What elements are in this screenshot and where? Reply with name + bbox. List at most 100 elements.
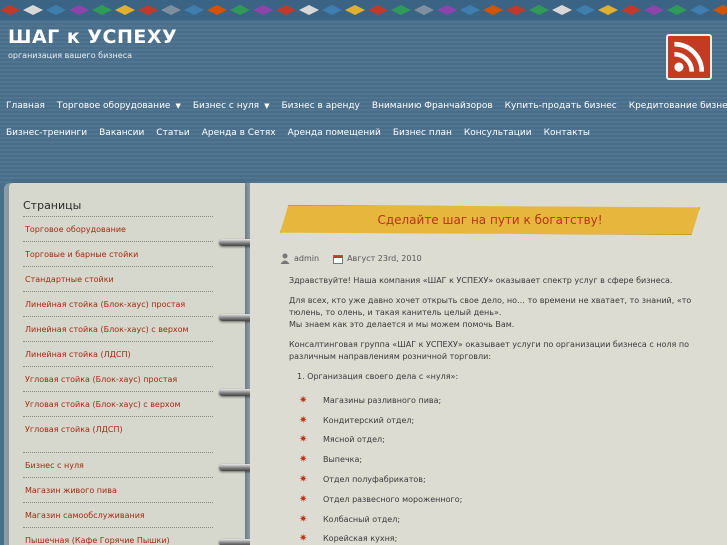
list-item-text: Мясной отдел; xyxy=(323,435,385,445)
post-body: Здравствуйте! Наша компания «ШАГ к УСПЕХ… xyxy=(289,275,709,545)
nav-item[interactable]: Бизнес план xyxy=(387,128,458,138)
user-icon xyxy=(280,253,290,264)
ornament-diamond xyxy=(276,5,296,15)
nav-item[interactable]: Статьи xyxy=(150,128,195,138)
ornament-diamond xyxy=(368,5,388,15)
nav-item-label: Торговое оборудование xyxy=(56,101,171,111)
nav-item-label: Статьи xyxy=(156,128,190,138)
ornament-diamond xyxy=(690,5,710,15)
post-paragraph: Консалтинговая группа «ШАГ к УСПЕХУ» ока… xyxy=(289,340,689,361)
nav-item-label: Вниманию Франчайзоров xyxy=(371,101,493,111)
nav-item-label: Контакты xyxy=(543,128,590,138)
ornament-diamond xyxy=(253,5,273,15)
sidebar-link[interactable]: Угловая стойка (Блок-хаус) с верхом xyxy=(23,391,213,416)
list-item: ✷ Магазины разливного пива; xyxy=(299,391,709,411)
list-item-text: Корейская кухня; xyxy=(323,534,398,544)
nav-item[interactable]: Бизнес в аренду xyxy=(275,101,365,111)
list-item-text: Отдел развесного мороженного; xyxy=(323,494,463,504)
content-area: Сделайте шаг на пути к богатству! admin … xyxy=(250,183,727,545)
sidebar-link[interactable]: Магазин живого пива xyxy=(23,477,213,502)
nav-item[interactable]: Торговое оборудование ▼ xyxy=(51,101,187,111)
nav-item-label: Кредитование бизнеса xyxy=(628,101,727,111)
post-paragraph: Здравствуйте! Наша компания «ШАГ к УСПЕХ… xyxy=(289,276,673,285)
ornament-diamond xyxy=(437,5,457,15)
post-meta: admin Август 23rd, 2010 xyxy=(280,253,422,264)
ornament-diamond xyxy=(391,5,411,15)
star-bullet-icon: ✷ xyxy=(299,513,308,525)
ornament-diamond xyxy=(69,5,89,15)
nav-item-label: Купить-продать бизнес xyxy=(504,101,617,111)
ornament-diamond xyxy=(552,5,572,15)
sidebar-link[interactable]: Угловая стойка (ЛДСП) xyxy=(23,416,213,441)
header-ornament xyxy=(0,0,727,20)
nav-item-label: Аренда в Сетях xyxy=(201,128,276,138)
nav-item[interactable]: Бизнес-тренинги xyxy=(0,128,93,138)
star-bullet-icon: ✷ xyxy=(299,394,308,406)
list-item: ✷ Выпечка; xyxy=(299,450,709,470)
post-banner[interactable]: Сделайте шаг на пути к богатству! xyxy=(280,205,700,235)
list-heading: 1. Организация своего дела с «нуля»: xyxy=(297,372,459,381)
nav-item[interactable]: Купить-продать бизнес xyxy=(499,101,623,111)
site-header: ШАГ к УСПЕХУ организация вашего бизнеса … xyxy=(0,0,727,183)
nav-item[interactable]: Аренда помещений xyxy=(282,128,387,138)
ornament-diamond xyxy=(621,5,641,15)
sidebar-heading: Страницы xyxy=(23,199,82,212)
sidebar-link[interactable]: Бизнес с нуля xyxy=(23,452,213,477)
star-bullet-icon: ✷ xyxy=(299,493,308,505)
sidebar-pages-list: Торговое оборудование Торговые и барные с… xyxy=(23,216,213,545)
ornament-diamond xyxy=(92,5,112,15)
main-area: Страницы Торговое оборудование Торговые и… xyxy=(4,183,727,545)
ornament-diamond xyxy=(138,5,158,15)
nav-item-label: Главная xyxy=(6,101,45,111)
ornament-diamond xyxy=(575,5,595,15)
ornament-diamond xyxy=(46,5,66,15)
sidebar-link[interactable]: Линейная стойка (ЛДСП) xyxy=(23,341,213,366)
nav-item[interactable]: Вниманию Франчайзоров xyxy=(366,101,499,111)
ornament-diamond xyxy=(207,5,227,15)
list-item-text: Отдел полуфабрикатов; xyxy=(323,475,426,485)
ornament-diamond xyxy=(598,5,618,15)
star-bullet-icon: ✷ xyxy=(299,533,308,545)
chevron-down-icon[interactable]: ▼ xyxy=(264,102,269,110)
nav-item[interactable]: Главная xyxy=(0,101,51,111)
nav-item[interactable]: Контакты xyxy=(538,128,596,138)
sidebar-link[interactable]: Угловая стойка (Блок-хаус) простая xyxy=(23,366,213,391)
ornament-diamond xyxy=(529,5,549,15)
post-author[interactable]: admin xyxy=(294,254,319,263)
nav-item[interactable]: Бизнес с нуля ▼ xyxy=(187,101,276,111)
list-item: ✷ Мясной отдел; xyxy=(299,431,709,451)
ornament-diamond xyxy=(0,5,20,15)
secondary-nav: Бизнес-тренинги Вакансии Статьи Аренда в Се… xyxy=(0,123,727,143)
ornament-diamond xyxy=(161,5,181,15)
sidebar-link[interactable]: Торговые и барные стойки xyxy=(23,241,213,266)
sidebar-link[interactable]: Торговое оборудование xyxy=(23,216,213,241)
nav-item[interactable]: Вакансии xyxy=(93,128,150,138)
nav-item-label: Бизнес-тренинги xyxy=(6,128,88,138)
chevron-down-icon[interactable]: ▼ xyxy=(175,102,180,110)
sidebar-link[interactable]: Линейная стойка (Блок-хаус) простая xyxy=(23,291,213,316)
list-item: ✷ Кондитерский отдел; xyxy=(299,411,709,431)
site-title[interactable]: ШАГ к УСПЕХУ xyxy=(8,26,177,48)
sidebar-link[interactable]: Магазин самообслуживания xyxy=(23,502,213,527)
nav-item[interactable]: Кредитование бизнеса xyxy=(623,101,727,111)
nav-item-label: Аренда помещений xyxy=(287,128,381,138)
nav-item[interactable]: Консультации xyxy=(458,128,538,138)
post-paragraph: Для всех, кто уже давно хочет открыть св… xyxy=(289,295,709,331)
ornament-diamond xyxy=(299,5,319,15)
ornament-diamond xyxy=(713,5,727,15)
list-item-text: Колбасный отдел; xyxy=(323,514,401,524)
nav-item[interactable]: Аренда в Сетях xyxy=(196,128,282,138)
list-item: ✷ Отдел полуфабрикатов; xyxy=(299,470,709,490)
star-bullet-icon: ✷ xyxy=(299,474,308,486)
post-title[interactable]: Сделайте шаг на пути к богатству! xyxy=(377,213,602,227)
post-text: Для всех, кто уже давно хочет открыть св… xyxy=(289,296,692,317)
main-nav: Главная Торговое оборудование ▼ Бизнес с ну… xyxy=(0,96,727,116)
list-item: ✷ Корейская кухня; xyxy=(299,530,709,545)
sidebar-link[interactable]: Линейная стойка (Блок-хаус) с верхом xyxy=(23,316,213,341)
ornament-diamond xyxy=(506,5,526,15)
ornament-diamond xyxy=(230,5,250,15)
sidebar-link[interactable]: Стандартные стойки xyxy=(23,266,213,291)
rss-icon[interactable] xyxy=(666,34,712,80)
sidebar-link[interactable]: Пышечная (Кафе Горячие Пышки) xyxy=(23,527,213,545)
